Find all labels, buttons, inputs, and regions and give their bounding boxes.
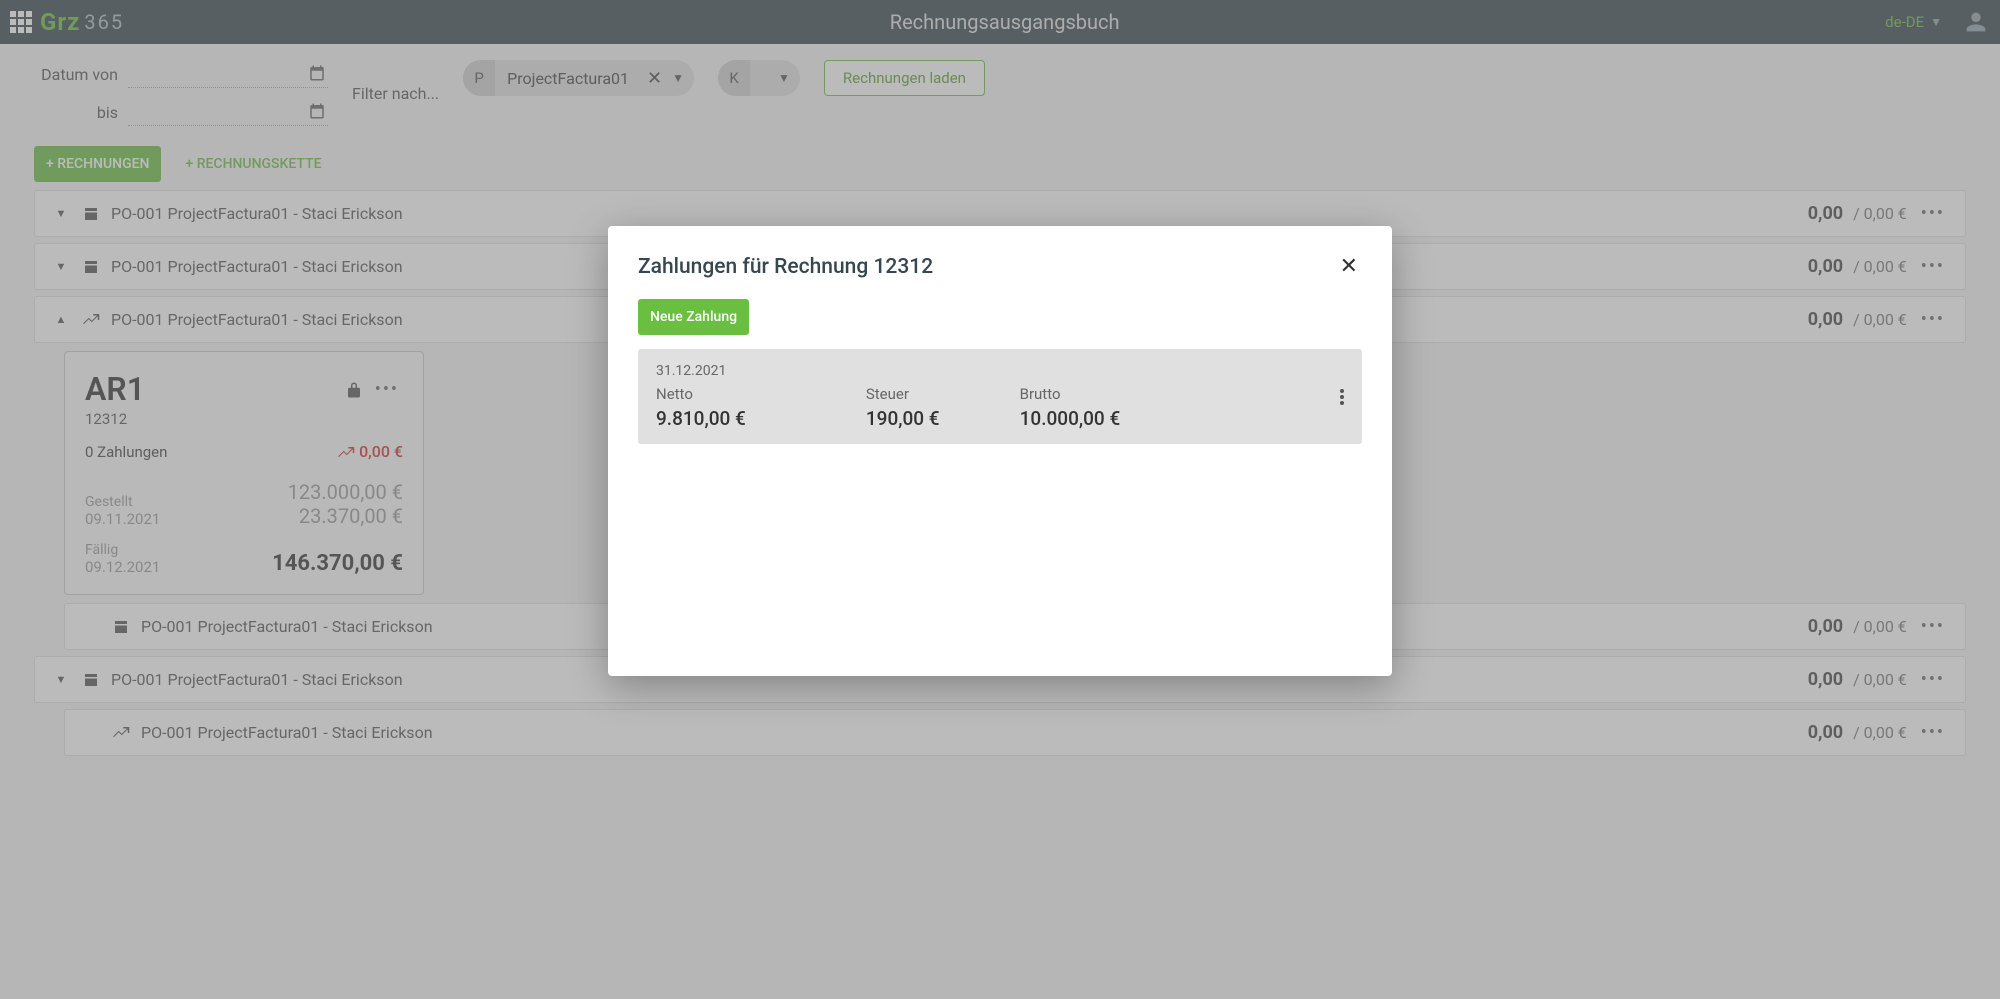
brutto-value: 10.000,00 € [1020,407,1121,430]
modal-overlay[interactable]: Zahlungen für Rechnung 12312 ✕ Neue Zahl… [0,0,2000,999]
modal-title: Zahlungen für Rechnung 12312 [638,255,933,279]
steuer-value: 190,00 € [866,407,940,430]
close-icon[interactable]: ✕ [1336,250,1362,283]
new-payment-button[interactable]: Neue Zahlung [638,299,749,335]
netto-value: 9.810,00 € [656,407,746,430]
brutto-label: Brutto [1020,385,1121,403]
more-vert-icon[interactable] [1340,387,1344,407]
payment-row[interactable]: 31.12.2021 Netto 9.810,00 € Steuer 190,0… [638,349,1362,444]
netto-label: Netto [656,385,746,403]
payments-modal: Zahlungen für Rechnung 12312 ✕ Neue Zahl… [608,226,1392,676]
steuer-label: Steuer [866,385,940,403]
payment-date: 31.12.2021 [656,363,1344,379]
